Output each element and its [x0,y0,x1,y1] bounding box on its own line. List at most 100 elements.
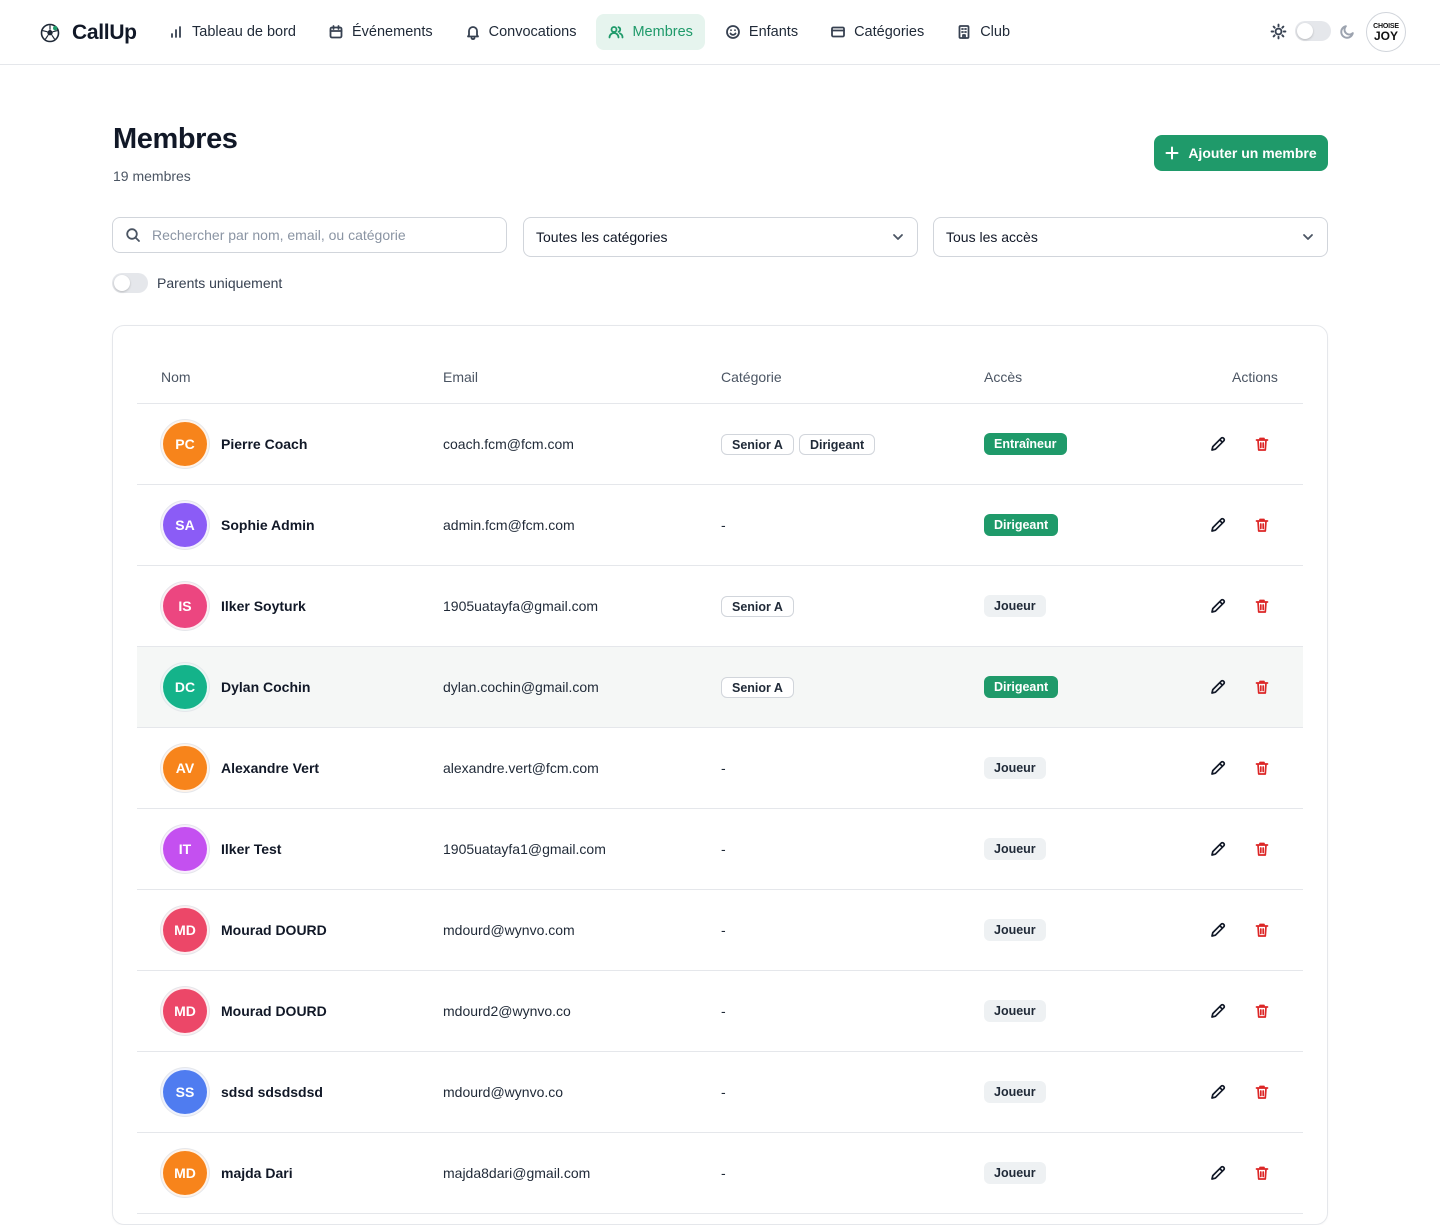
member-avatar: IS [161,582,209,630]
soccer-ball-icon [40,23,60,43]
access-badge: Dirigeant [984,514,1059,536]
delete-member-button[interactable] [1253,921,1271,939]
table-row[interactable]: MD Mourad DOURD mdourd@wynvo.com - Joueur [137,890,1303,971]
trash-icon [1255,680,1269,694]
theme-toggle [1270,21,1356,41]
delete-member-button[interactable] [1253,516,1271,534]
edit-member-button[interactable] [1209,516,1227,534]
chevron-down-icon [893,234,903,240]
bell-icon [466,26,479,40]
delete-member-button[interactable] [1253,840,1271,858]
table-row[interactable]: IS Ilker Soyturk 1905uatayfa@gmail.com Seni… [137,566,1303,647]
nav-item-events[interactable]: Événements [316,14,445,50]
delete-member-button[interactable] [1253,1083,1271,1101]
delete-member-button[interactable] [1253,1164,1271,1182]
add-member-button[interactable]: Ajouter un membre [1154,135,1328,171]
category-select[interactable]: Toutes les catégories [523,217,918,257]
nav-item-members[interactable]: Membres [596,14,705,50]
access-badge: Joueur [984,757,1046,779]
member-name: sdsd sdsdsdsd [221,1084,323,1100]
category-chip: Senior A [721,434,794,455]
access-badge: Entraîneur [984,433,1067,455]
trash-icon [1255,437,1269,451]
nav-item-children[interactable]: Enfants [713,14,810,50]
edit-member-button[interactable] [1209,435,1227,453]
member-avatar: SA [161,501,209,549]
edit-member-button[interactable] [1209,759,1227,777]
member-name: Sophie Admin [221,517,315,533]
empty-category: - [721,1165,726,1181]
table-row[interactable]: AV Alexandre Vert alexandre.vert@fcm.com - J… [137,728,1303,809]
table-row[interactable]: DC Dylan Cochin dylan.cochin@gmail.com Seni… [137,647,1303,728]
member-email: dylan.cochin@gmail.com [443,679,599,695]
theme-switch[interactable] [1295,21,1331,41]
search-icon [126,228,140,242]
member-name: Ilker Test [221,841,282,857]
edit-member-button[interactable] [1209,597,1227,615]
nav-item-club[interactable]: Club [944,14,1022,50]
nav-item-label: Convocations [488,24,577,40]
column-header-name: Nom [161,369,191,385]
parents-only-filter: Parents uniquement [112,273,282,293]
nav-item-label: Membres [632,24,693,40]
pencil-icon [1211,1003,1226,1018]
column-header-actions: Actions [1232,369,1278,385]
table-row[interactable]: SS sdsd sdsdsdsd mdourd@wynvo.co - Joueur [137,1052,1303,1133]
table-row[interactable]: IT Ilker Test 1905uatayfa1@gmail.com - Joueu… [137,809,1303,890]
pencil-icon [1211,1165,1226,1180]
delete-member-button[interactable] [1253,597,1271,615]
member-name: Mourad DOURD [221,922,327,938]
user-avatar[interactable]: CHOISE JOY [1366,12,1406,52]
nav-item-label: Club [980,24,1011,40]
nav-item-convocations[interactable]: Convocations [453,14,589,50]
table-row[interactable]: SA Sophie Admin admin.fcm@fcm.com - Dirigean… [137,485,1303,566]
chevron-down-icon [1303,234,1313,240]
building-icon [958,25,970,39]
nav-item-dashboard[interactable]: Tableau de bord [156,14,308,50]
trash-icon [1255,1085,1269,1099]
member-email: 1905uatayfa1@gmail.com [443,841,606,857]
member-categories: Senior A [721,596,794,617]
search-input[interactable] [152,227,482,243]
member-name: Mourad DOURD [221,1003,327,1019]
edit-member-button[interactable] [1209,921,1227,939]
brand[interactable]: CallUp [40,20,137,46]
empty-category: - [721,760,726,776]
member-avatar: PC [161,420,209,468]
trash-icon [1255,518,1269,532]
delete-member-button[interactable] [1253,435,1271,453]
table-row[interactable]: MD majda Dari majda8dari@gmail.com - Joueur [137,1133,1303,1214]
category-select-value: Toutes les catégories [536,229,668,245]
delete-member-button[interactable] [1253,1002,1271,1020]
member-avatar: IT [161,825,209,873]
member-avatar: MD [161,987,209,1035]
member-categories: Senior A Dirigeant [721,434,876,455]
edit-member-button[interactable] [1209,840,1227,858]
empty-category: - [721,922,726,938]
edit-member-button[interactable] [1209,1002,1227,1020]
edit-member-button[interactable] [1209,1083,1227,1101]
edit-member-button[interactable] [1209,1164,1227,1182]
edit-member-button[interactable] [1209,678,1227,696]
member-email: mdourd@wynvo.co [443,1084,564,1100]
page-title: Membres [113,123,238,155]
search-box [112,217,507,253]
nav-item-categories[interactable]: Catégories [818,14,936,50]
sun-icon [1270,23,1287,39]
table-row[interactable]: PC Pierre Coach coach.fcm@fcm.com Senior AD… [137,404,1303,485]
empty-category: - [721,841,726,857]
member-avatar: SS [161,1068,209,1116]
table-row[interactable]: MD Mourad DOURD mdourd2@wynvo.co - Joueur [137,971,1303,1052]
delete-member-button[interactable] [1253,678,1271,696]
access-select[interactable]: Tous les accès [933,217,1328,257]
access-select-value: Tous les accès [946,229,1038,245]
category-chip: Dirigeant [798,434,876,455]
trash-icon [1255,1166,1269,1180]
member-email: 1905uatayfa@gmail.com [443,598,599,614]
parents-only-switch[interactable] [112,273,148,293]
member-avatar: DC [161,663,209,711]
delete-member-button[interactable] [1253,759,1271,777]
member-name: Dylan Cochin [221,679,311,695]
pencil-icon [1211,760,1226,775]
user-avatar-line2: JOY [1373,28,1398,43]
